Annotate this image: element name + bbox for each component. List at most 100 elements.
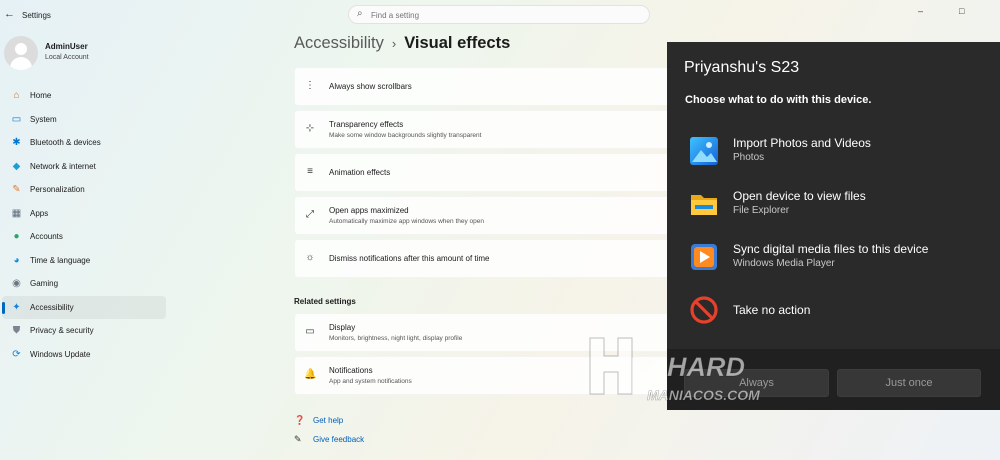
- sidebar-item-label: Bluetooth & devices: [30, 138, 101, 148]
- setting-subtitle: Make some window backgrounds slightly tr…: [329, 132, 482, 139]
- setting-card-transparency-effects[interactable]: ⊹ Transparency effects Make some window ba…: [294, 110, 674, 149]
- sidebar-item-privacy-security[interactable]: ⛊ Privacy & security: [2, 319, 166, 343]
- sidebar-item-label: Accounts: [30, 232, 63, 242]
- autoplay-dialog: Priyanshu's S23 Choose what to do with t…: [667, 42, 1000, 410]
- setting-title: Always show scrollbars: [329, 82, 412, 91]
- setting-title: Dismiss notifications after this amount …: [329, 254, 490, 263]
- home-icon: ⌂: [13, 90, 20, 102]
- search-box[interactable]: ⌕: [348, 5, 650, 24]
- get-help-link[interactable]: ❓ Get help: [294, 415, 343, 426]
- help-icon: ❓: [294, 415, 306, 425]
- folder-icon: [691, 195, 717, 215]
- no-action-icon: [690, 296, 718, 324]
- photos-icon: [690, 137, 718, 165]
- option-label: Import Photos and Videos: [733, 136, 871, 150]
- setting-card-animation-effects[interactable]: ≡ Animation effects: [294, 153, 674, 192]
- globe-clock-icon: ◕: [13, 254, 20, 266]
- sidebar-item-label: Windows Update: [30, 349, 91, 359]
- sidebar-item-label: Home: [30, 91, 52, 101]
- transparency-icon: ⊹: [305, 123, 315, 134]
- just-once-button[interactable]: Just once: [837, 369, 981, 397]
- scrollbar-icon: ⋮: [305, 80, 315, 91]
- option-import-photos[interactable]: Import Photos and Videos Photos: [687, 132, 987, 172]
- sidebar-item-gaming[interactable]: ◉ Gaming: [2, 272, 166, 296]
- accessibility-icon: ✦: [12, 301, 21, 313]
- related-settings-label: Related settings: [294, 297, 356, 306]
- breadcrumb: Accessibility › Visual effects: [294, 34, 510, 53]
- avatar[interactable]: [4, 36, 38, 70]
- setting-subtitle: Automatically maximize app windows when …: [329, 218, 484, 225]
- bell-icon: 🔔: [304, 369, 317, 380]
- bluetooth-icon: ✱: [12, 137, 21, 149]
- sidebar-item-home[interactable]: ⌂ Home: [2, 84, 166, 108]
- wifi-icon: ◆: [12, 160, 21, 172]
- get-help-label: Get help: [313, 416, 344, 425]
- feedback-icon: ✎: [294, 434, 302, 444]
- breadcrumb-parent[interactable]: Accessibility: [294, 34, 384, 52]
- shield-icon: ⛊: [12, 325, 21, 337]
- give-feedback-link[interactable]: ✎ Give feedback: [294, 434, 364, 445]
- dialog-subtitle: Choose what to do with this device.: [685, 94, 872, 106]
- option-sublabel: File Explorer: [733, 205, 790, 216]
- gamepad-icon: ◉: [12, 278, 21, 290]
- option-sublabel: Windows Media Player: [733, 258, 835, 269]
- dialog-footer: Always Just once: [667, 349, 1000, 410]
- sidebar-item-apps[interactable]: ▦ Apps: [2, 202, 166, 226]
- search-input[interactable]: [371, 8, 641, 22]
- user-name: AdminUser: [45, 42, 88, 51]
- media-player-icon: [691, 244, 717, 270]
- sidebar-item-time-language[interactable]: ◕ Time & language: [2, 249, 166, 273]
- option-label: Sync digital media files to this device: [733, 242, 929, 256]
- search-icon: ⌕: [357, 8, 363, 19]
- option-take-no-action[interactable]: Take no action: [687, 291, 987, 331]
- minimize-button[interactable]: –: [918, 6, 923, 16]
- sidebar-item-label: Accessibility: [30, 302, 74, 312]
- maximize-button[interactable]: □: [959, 6, 964, 16]
- sidebar-item-accessibility[interactable]: ✦ Accessibility: [2, 295, 166, 319]
- sidebar-item-system[interactable]: ▭ System: [2, 108, 166, 132]
- user-account-type: Local Account: [45, 54, 89, 61]
- setting-title: Transparency effects: [329, 120, 404, 129]
- option-sublabel: Photos: [733, 152, 765, 163]
- back-arrow-icon[interactable]: ←: [4, 8, 15, 20]
- setting-card-open-apps-maximized[interactable]: ⤢ Open apps maximized Automatically maximi…: [294, 196, 674, 235]
- sidebar-item-accounts[interactable]: ● Accounts: [2, 225, 166, 249]
- setting-title: Animation effects: [329, 168, 391, 177]
- setting-title: Open apps maximized: [329, 206, 409, 215]
- sidebar-item-label: System: [30, 114, 57, 124]
- dialog-title: Priyanshu's S23: [684, 59, 800, 76]
- brush-icon: ✎: [12, 184, 21, 196]
- sidebar-item-network-internet[interactable]: ◆ Network & internet: [2, 155, 166, 179]
- sidebar-item-label: Network & internet: [30, 161, 96, 171]
- brightness-icon: ☼: [305, 252, 315, 263]
- option-label: Take no action: [733, 303, 811, 317]
- option-label: Open device to view files: [733, 189, 866, 203]
- apps-icon: ▦: [11, 207, 22, 219]
- sidebar-item-label: Personalization: [30, 185, 85, 195]
- animation-icon: ≡: [307, 166, 313, 177]
- setting-subtitle: Monitors, brightness, night light, displ…: [329, 335, 463, 342]
- sidebar-item-label: Apps: [30, 208, 49, 218]
- sidebar-item-label: Gaming: [30, 279, 59, 289]
- sidebar-item-windows-update[interactable]: ⟳ Windows Update: [2, 343, 166, 367]
- sidebar-item-label: Privacy & security: [30, 326, 94, 336]
- setting-card-display[interactable]: ▭ Display Monitors, brightness, night ligh…: [294, 313, 674, 352]
- always-button[interactable]: Always: [684, 369, 829, 397]
- accounts-icon: ●: [13, 231, 20, 243]
- sidebar-item-bluetooth-devices[interactable]: ✱ Bluetooth & devices: [2, 131, 166, 155]
- setting-title: Display: [329, 323, 356, 332]
- maximize-icon: ⤢: [306, 209, 314, 220]
- sidebar-nav: ⌂ Home ▭ System ✱ Bluetooth & devices ◆ Network…: [0, 84, 168, 366]
- monitor-icon: ▭: [305, 326, 315, 337]
- option-sync-media[interactable]: Sync digital media files to this device …: [687, 238, 987, 278]
- setting-card-always-show-scrollbars[interactable]: ⋮ Always show scrollbars: [294, 67, 674, 106]
- window-title: Settings: [22, 11, 51, 20]
- update-icon: ⟳: [12, 348, 21, 360]
- system-icon: ▭: [11, 113, 22, 125]
- setting-title: Notifications: [329, 366, 373, 375]
- option-open-files[interactable]: Open device to view files File Explorer: [687, 185, 987, 225]
- setting-card-notifications[interactable]: 🔔 Notifications App and system notificatio…: [294, 356, 674, 395]
- sidebar-item-personalization[interactable]: ✎ Personalization: [2, 178, 166, 202]
- sidebar-item-label: Time & language: [30, 255, 91, 265]
- setting-card-dismiss-notifications-after-this-amount-of-time[interactable]: ☼ Dismiss notifications after this amount…: [294, 239, 674, 278]
